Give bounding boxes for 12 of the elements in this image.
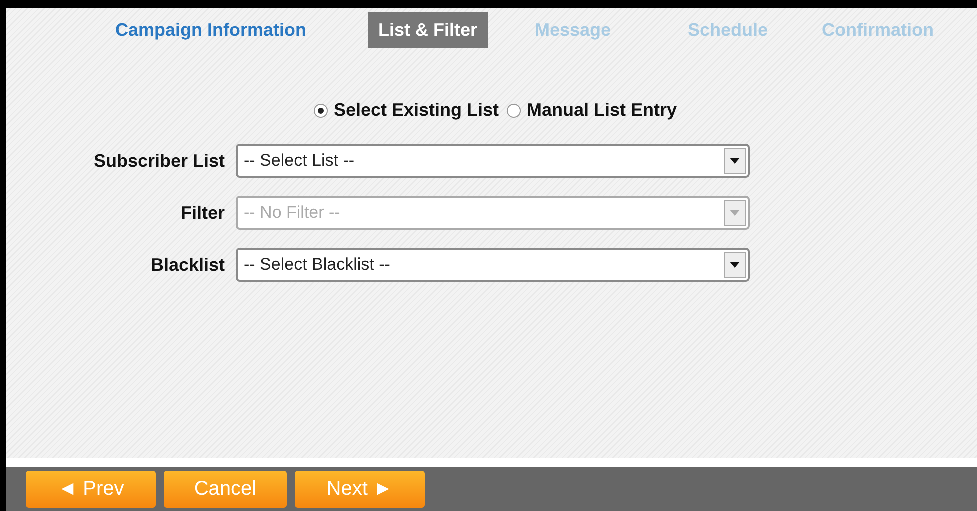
dropdown-field[interactable]: -- Select Blacklist -- (236, 248, 750, 282)
wizard-tab[interactable]: Campaign Information (66, 12, 356, 48)
field-label: Filter (180, 202, 226, 224)
field-label: Subscriber List (92, 150, 226, 172)
radio-option[interactable]: Select Existing List (314, 97, 500, 124)
field-label: Blacklist (150, 254, 226, 276)
nav-button[interactable]: Cancel (164, 470, 287, 508)
nav-button[interactable]: ◄ Prev (26, 470, 156, 508)
dropdown-field[interactable]: -- Select List -- (236, 144, 750, 178)
wizard-tab[interactable]: List & Filter (368, 12, 488, 48)
nav-button[interactable]: Next ► (295, 470, 425, 508)
radio-option[interactable]: Manual List Entry (507, 97, 678, 124)
